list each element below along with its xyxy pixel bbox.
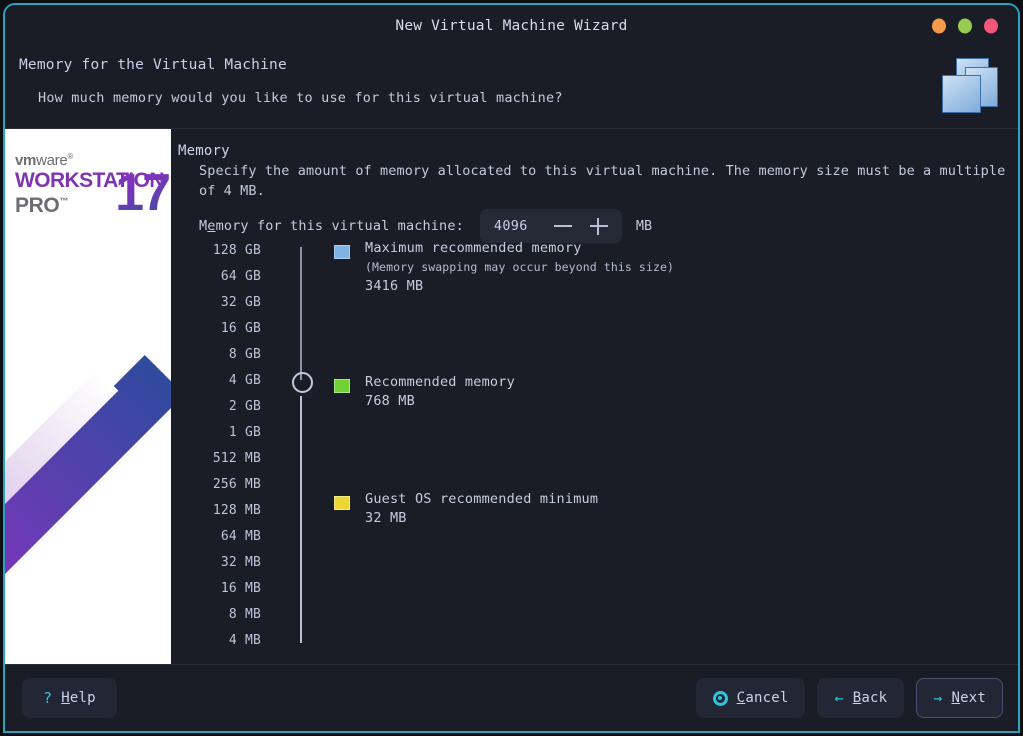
scale-tick: 64 GB <box>220 269 261 284</box>
next-button-label: Next <box>951 690 986 706</box>
legend-maximum-recommended: Maximum recommended memory (Memory swapp… <box>334 239 674 296</box>
branding-sidebar: vmware® WORKSTATION PRO™ 17 <box>5 129 171 664</box>
cancel-button[interactable]: Cancel <box>695 678 806 718</box>
navigation-buttons: Cancel ← Back → Next <box>695 678 1003 718</box>
legend-recommended: Recommended memory 768 MB <box>334 373 515 411</box>
window-title: New Virtual Machine Wizard <box>395 17 628 34</box>
scale-tick: 4 MB <box>228 633 261 648</box>
scale-tick: 16 MB <box>220 581 261 596</box>
window-controls <box>932 18 998 33</box>
slider-track-upper <box>300 247 302 380</box>
next-button[interactable]: → Next <box>916 678 1003 718</box>
wizard-header: Memory for the Virtual Machine How much … <box>5 46 1018 129</box>
scale-tick: 512 MB <box>212 451 261 466</box>
wizard-body: vmware® WORKSTATION PRO™ 17 Memory Speci… <box>5 129 1018 664</box>
scale-tick: 8 MB <box>228 607 261 622</box>
legend-swatch-blue-icon <box>334 245 350 259</box>
legend-title: Guest OS recommended minimum <box>365 491 599 507</box>
close-button[interactable] <box>984 18 998 33</box>
memory-slider[interactable] <box>292 247 313 643</box>
arrow-right-icon: → <box>933 688 943 707</box>
legend-guest-os-minimum: Guest OS recommended minimum 32 MB <box>334 490 598 528</box>
page-title: Memory for the Virtual Machine <box>19 57 287 73</box>
legend-value: 768 MB <box>365 393 415 409</box>
back-button[interactable]: ← Back <box>817 678 905 718</box>
legend-value: 3416 MB <box>365 278 424 294</box>
memory-unit-label: MB <box>635 218 653 234</box>
section-title: Memory <box>178 143 230 159</box>
help-button[interactable]: ? Help <box>22 678 117 718</box>
legend-note: (Memory swapping may occur beyond this s… <box>365 260 675 274</box>
scale-tick: 4 GB <box>228 373 261 388</box>
target-icon <box>712 690 728 706</box>
legend-value: 32 MB <box>365 510 407 526</box>
scale-tick: 32 GB <box>220 295 261 310</box>
memory-input[interactable]: 4096 <box>494 218 538 234</box>
help-button-label: Help <box>61 690 96 706</box>
stacked-windows-icon <box>938 58 1000 114</box>
legend-swatch-yellow-icon <box>334 496 350 510</box>
memory-input-row: Memory for this virtual machine: 4096 MB <box>199 209 653 243</box>
page-subtitle: How much memory would you like to use fo… <box>38 90 563 106</box>
scale-tick: 256 MB <box>212 477 261 492</box>
title-bar: New Virtual Machine Wizard <box>5 5 1018 46</box>
memory-settings-panel: Memory Specify the amount of memory allo… <box>171 129 1018 664</box>
screenshot-root: New Virtual Machine Wizard Memory for th… <box>0 0 1023 736</box>
memory-stepper[interactable]: 4096 <box>479 209 622 243</box>
slider-track-lower <box>300 396 302 643</box>
legend-swatch-green-icon <box>334 379 350 393</box>
version-number: 17 <box>115 164 171 222</box>
wizard-footer: ? Help Cancel ← Back → Next <box>5 664 1018 731</box>
scale-tick: 64 MB <box>220 529 261 544</box>
increment-icon[interactable] <box>588 215 610 237</box>
cancel-button-label: Cancel <box>736 690 789 706</box>
memory-scale-labels: 128 GB 64 GB 32 GB 16 GB 8 GB 4 GB 2 GB … <box>171 238 261 654</box>
legend-title: Maximum recommended memory <box>365 240 582 256</box>
wizard-window: New Virtual Machine Wizard Memory for th… <box>3 3 1020 733</box>
question-mark-icon: ? <box>43 688 53 707</box>
arrow-left-icon: ← <box>834 688 844 707</box>
scale-tick: 128 MB <box>212 503 261 518</box>
scale-tick: 2 GB <box>228 399 261 414</box>
scale-tick: 8 GB <box>228 347 261 362</box>
back-button-label: Back <box>852 690 888 706</box>
scale-tick: 16 GB <box>220 321 261 336</box>
legend-title: Recommended memory <box>365 374 515 390</box>
scale-tick: 1 GB <box>228 425 261 440</box>
memory-field-label: Memory for this virtual machine: <box>199 218 464 234</box>
minimize-button[interactable] <box>932 18 946 33</box>
maximize-button[interactable] <box>958 18 972 33</box>
scale-tick: 32 MB <box>220 555 261 570</box>
scale-tick: 128 GB <box>212 243 261 258</box>
slider-handle[interactable] <box>292 372 313 393</box>
decrement-icon[interactable] <box>552 215 574 237</box>
section-description: Specify the amount of memory allocated t… <box>199 163 1006 199</box>
